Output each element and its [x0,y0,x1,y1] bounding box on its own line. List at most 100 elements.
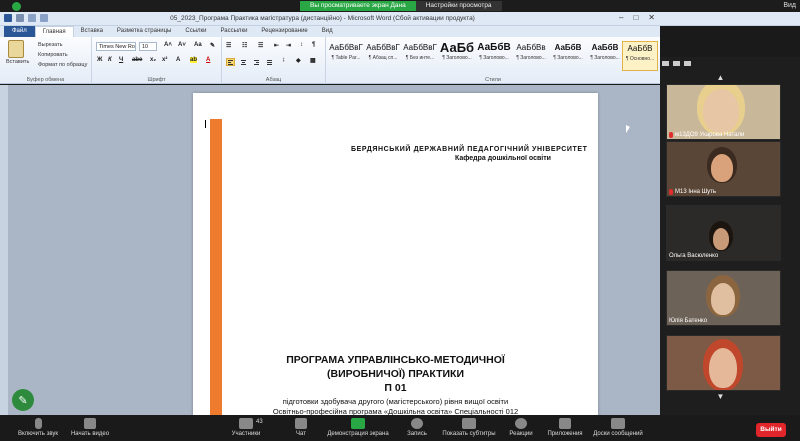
cut-button[interactable]: Вырезать [38,42,62,48]
view-options-button[interactable]: Настройки просмотра [415,1,502,11]
format-painter-button[interactable]: Формат по образцу [38,62,87,68]
participant-name-label: Юлія Батенко [669,318,708,324]
style-heading-4[interactable]: АаБбВ ¶ Заголово... [550,41,586,71]
font-group: Times New Ro 10 A˄ A˅ Aa ✎ Ж К Ч abe x₂ … [92,37,222,84]
tab-view[interactable]: Вид [315,26,340,37]
show-marks-icon[interactable]: ¶ [312,42,315,48]
gallery-layout-icon[interactable] [662,60,669,66]
tab-insert[interactable]: Вставка [74,26,110,37]
paragraph-group-label: Абзац [265,77,282,83]
program-code: П 01 [384,382,407,394]
participant-tile[interactable]: М13 Інна Шуть [666,141,781,197]
style-no-spacing[interactable]: АаБбВвГ ¶ Без инте... [402,41,438,71]
participant-video [709,348,737,388]
record-button[interactable]: Запись [400,418,434,437]
style-table-paragraph[interactable]: АаБбВвГ ¶ Table Par... [328,41,364,71]
participant-tile[interactable]: м13ДО9 Укарова Натали [666,84,781,140]
tab-file[interactable]: Файл [4,26,35,37]
increase-indent-icon[interactable]: ⇥ [286,42,291,49]
reactions-icon [515,418,527,429]
align-right-icon[interactable] [252,58,261,66]
apps-button[interactable]: Приложения [542,418,588,437]
record-icon [411,418,423,429]
justify-icon[interactable] [265,58,274,66]
gallery-view-controls [662,57,796,69]
text-effects-icon[interactable]: A [176,57,180,63]
font-family-select[interactable]: Times New Ro [96,42,136,51]
underline-icon[interactable]: Ч [119,57,123,63]
mic-off-icon [34,418,42,429]
clipboard-group: Вставить Вырезать Копировать Формат по о… [0,37,92,84]
unmute-button[interactable]: Включить звук [10,418,66,437]
shading-icon[interactable]: ◆ [296,57,301,64]
participant-tile[interactable]: Ольга Васюленко [666,205,781,261]
minimize-icon[interactable]: – [619,13,623,22]
mouse-pointer-icon [626,125,630,133]
decrease-indent-icon[interactable]: ⇤ [274,42,279,49]
tab-page-layout[interactable]: Разметка страницы [110,26,178,37]
paste-icon[interactable] [8,40,24,58]
style-body-text[interactable]: АаБбВ ¶ Основно... [622,41,658,71]
reactions-button[interactable]: Реакции [504,418,538,437]
speaker-layout-icon[interactable] [673,60,680,66]
align-center-icon[interactable] [239,58,248,66]
shrink-font-icon[interactable]: A˅ [178,42,186,48]
style-list-paragraph[interactable]: АаБбВвГ ¶ Абзац сп... [365,41,401,71]
align-left-icon[interactable] [226,58,235,66]
grow-font-icon[interactable]: A˄ [164,42,172,48]
line-spacing-icon[interactable]: ↨ [282,57,285,63]
tab-mailings[interactable]: Рассылки [213,26,254,37]
bold-icon[interactable]: Ж [97,57,102,63]
whiteboard-icon [611,418,625,429]
borders-icon[interactable]: ▦ [310,57,316,64]
share-status-pill: Вы просматриваете экран Дана Настройки п… [300,1,502,11]
clear-format-icon[interactable]: ✎ [210,42,215,49]
highlight-icon[interactable]: ab [190,57,198,63]
whiteboards-button[interactable]: Доски сообщений [590,418,646,437]
style-heading-5[interactable]: АаБбВ ¶ Заголово... [587,41,623,71]
numbering-icon[interactable]: ☷ [242,42,247,49]
style-heading-2[interactable]: АаБбВ ¶ Заголово... [476,41,512,71]
copy-button[interactable]: Копировать [38,52,68,58]
styles-group: АаБбВвГ ¶ Table Par... АаБбВвГ ¶ Абзац с… [326,37,660,84]
sort-icon[interactable]: ↕ [300,42,303,48]
program-title-line1: ПРОГРАМА УПРАВЛІНСЬКО-МЕТОДИЧНОЇ [286,354,505,366]
gallery-down-icon[interactable]: ▼ [660,392,781,401]
change-case-icon[interactable]: Aa [194,42,202,48]
tab-references[interactable]: Ссылки [178,26,213,37]
italic-icon[interactable]: К [108,57,112,63]
style-heading-3[interactable]: АаБбВв ¶ Заголово... [513,41,549,71]
leave-button[interactable]: Выйти [756,423,786,437]
bullets-icon[interactable]: ☰ [226,42,231,49]
participant-name-label: Ольга Васюленко [669,253,719,259]
multilevel-list-icon[interactable]: ☰ [258,42,263,49]
window-title: 05_2023_Програма Практика магістратура (… [170,15,475,22]
share-screen-icon [351,418,365,429]
subscript-icon[interactable]: x₂ [150,57,156,63]
style-heading-1[interactable]: АаБб ¶ Заголово... [439,41,475,71]
view-button[interactable]: Вид [783,1,796,11]
hide-gallery-icon[interactable] [684,60,691,66]
close-icon[interactable]: ✕ [648,13,655,22]
font-size-select[interactable]: 10 [139,42,157,51]
chat-button[interactable]: Чат [286,418,316,437]
captions-button[interactable]: Показать субтитры [438,418,500,437]
participant-tile[interactable] [666,335,781,391]
paste-button[interactable]: Вставить [6,59,29,65]
gallery-up-icon[interactable]: ▲ [660,73,781,82]
participant-video [711,283,735,315]
font-color-icon[interactable]: A [206,57,210,63]
chat-icon [295,418,307,429]
strikethrough-icon[interactable]: abe [132,57,142,63]
font-group-label: Шрифт [147,77,166,83]
share-screen-button[interactable]: Демонстрация экрана [324,418,392,437]
tab-review[interactable]: Рецензирование [254,26,314,37]
mic-muted-icon [669,132,673,138]
participant-tile[interactable]: Юлія Батенко [666,270,781,326]
annotate-pen-button[interactable]: ✎ [12,389,34,411]
participant-name-label: м13ДО9 Укарова Натали [669,132,744,138]
superscript-icon[interactable]: x² [162,57,167,63]
maximize-icon[interactable]: □ [633,13,638,22]
tab-home[interactable]: Главная [34,25,74,38]
start-video-button[interactable]: Начать видео [68,418,112,437]
